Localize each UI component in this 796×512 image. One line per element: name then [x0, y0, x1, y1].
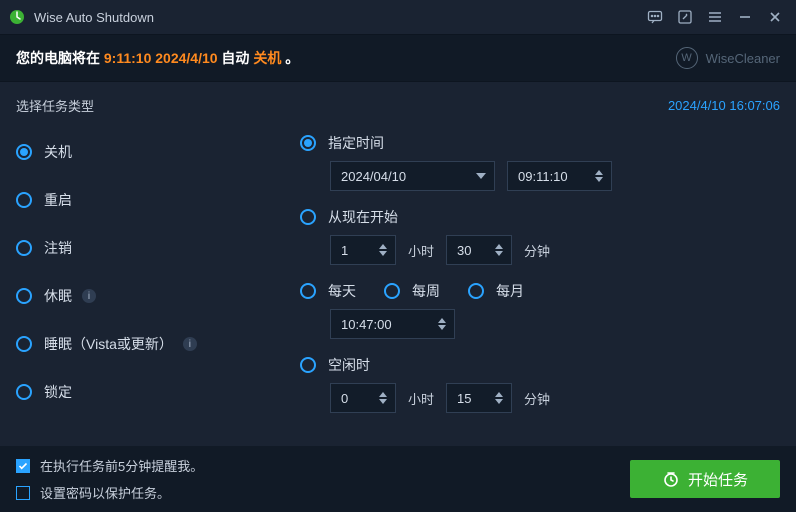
radio-indicator — [16, 288, 32, 304]
status-post: 。 — [281, 50, 299, 66]
unit-label: 小时 — [408, 241, 434, 260]
brand-link[interactable]: W WiseCleaner — [676, 47, 780, 69]
stepper-icon[interactable] — [491, 392, 507, 404]
brand-label: WiseCleaner — [706, 51, 780, 66]
radio-daily[interactable]: 每天 — [300, 281, 356, 301]
input-value: 15 — [457, 391, 491, 406]
status-time: 9:11:10 2024/4/10 — [104, 50, 218, 66]
radio-label: 关机 — [44, 142, 72, 162]
current-time: 2024/4/10 16:07:06 — [668, 98, 780, 113]
radio-indicator — [300, 209, 316, 225]
radio-lock[interactable]: 锁定 — [16, 373, 286, 411]
radio-label: 注销 — [44, 238, 72, 258]
checkbox-remind[interactable]: 在执行任务前5分钟提醒我。 — [16, 456, 203, 475]
radio-specified-time[interactable]: 指定时间 — [300, 133, 780, 153]
task-type-group: 关机 重启 注销 休眠 i 睡眠（Vista或更新） i 锁定 — [16, 125, 286, 443]
recurrence-time-input[interactable]: 10:47:00 — [330, 309, 455, 339]
stepper-icon[interactable] — [491, 244, 507, 256]
info-icon[interactable]: i — [82, 289, 96, 303]
info-icon[interactable]: i — [183, 337, 197, 351]
radio-indicator — [16, 336, 32, 352]
radio-sleep[interactable]: 睡眠（Vista或更新） i — [16, 325, 286, 363]
schedule-group: 指定时间 2024/04/10 09:11:10 从现在开始 1 小时 30 — [286, 125, 780, 443]
section-title: 选择任务类型 — [16, 96, 94, 115]
time-input[interactable]: 09:11:10 — [507, 161, 612, 191]
radio-indicator — [16, 144, 32, 160]
checkbox-indicator — [16, 486, 30, 500]
radio-restart[interactable]: 重启 — [16, 181, 286, 219]
idle-hours-input[interactable]: 0 — [330, 383, 396, 413]
radio-label: 每天 — [328, 281, 356, 301]
input-value: 30 — [457, 243, 491, 258]
status-mid: 自动 — [218, 50, 254, 66]
radio-indicator — [300, 283, 316, 299]
radio-indicator — [468, 283, 484, 299]
radio-label: 每周 — [412, 281, 440, 301]
radio-indicator — [300, 357, 316, 373]
radio-label: 睡眠（Vista或更新） — [44, 334, 173, 354]
radio-label: 每月 — [496, 281, 524, 301]
unit-label: 小时 — [408, 389, 434, 408]
radio-label: 指定时间 — [328, 133, 384, 153]
input-value: 0 — [341, 391, 375, 406]
feedback-icon[interactable] — [644, 6, 666, 28]
clock-icon — [662, 470, 680, 488]
status-pre: 您的电脑将在 — [16, 50, 104, 66]
edit-icon[interactable] — [674, 6, 696, 28]
radio-from-now[interactable]: 从现在开始 — [300, 207, 780, 227]
radio-logoff[interactable]: 注销 — [16, 229, 286, 267]
footer-bar: 在执行任务前5分钟提醒我。 设置密码以保护任务。 开始任务 — [0, 446, 796, 512]
time-value: 09:11:10 — [518, 169, 591, 184]
radio-hibernate[interactable]: 休眠 i — [16, 277, 286, 315]
radio-label: 休眠 — [44, 286, 72, 306]
date-value: 2024/04/10 — [341, 169, 472, 184]
radio-label: 锁定 — [44, 382, 72, 402]
stepper-icon[interactable] — [434, 318, 450, 330]
brand-icon: W — [676, 47, 698, 69]
stepper-icon[interactable] — [591, 170, 607, 182]
radio-indicator — [300, 135, 316, 151]
close-icon[interactable] — [764, 6, 786, 28]
from-now-minutes-input[interactable]: 30 — [446, 235, 512, 265]
radio-indicator — [384, 283, 400, 299]
stepper-icon[interactable] — [375, 392, 391, 404]
unit-label: 分钟 — [524, 389, 550, 408]
status-action: 关机 — [253, 50, 281, 66]
menu-icon[interactable] — [704, 6, 726, 28]
radio-indicator — [16, 240, 32, 256]
chevron-down-icon[interactable] — [472, 173, 490, 179]
radio-monthly[interactable]: 每月 — [468, 281, 524, 301]
radio-idle[interactable]: 空闲时 — [300, 355, 780, 375]
idle-minutes-input[interactable]: 15 — [446, 383, 512, 413]
titlebar: Wise Auto Shutdown — [0, 0, 796, 34]
from-now-hours-input[interactable]: 1 — [330, 235, 396, 265]
checkbox-indicator — [16, 459, 30, 473]
radio-indicator — [16, 384, 32, 400]
date-input[interactable]: 2024/04/10 — [330, 161, 495, 191]
app-icon — [8, 8, 26, 26]
radio-label: 从现在开始 — [328, 207, 398, 227]
status-banner: 您的电脑将在 9:11:10 2024/4/10 自动 关机 。 W WiseC… — [0, 34, 796, 82]
checkbox-label: 在执行任务前5分钟提醒我。 — [40, 456, 203, 475]
start-task-label: 开始任务 — [688, 469, 748, 490]
unit-label: 分钟 — [524, 241, 550, 260]
radio-label: 空闲时 — [328, 355, 370, 375]
app-title: Wise Auto Shutdown — [34, 10, 154, 25]
section-header: 选择任务类型 2024/4/10 16:07:06 — [0, 82, 796, 119]
start-task-button[interactable]: 开始任务 — [630, 460, 780, 498]
checkbox-label: 设置密码以保护任务。 — [40, 483, 170, 502]
input-value: 1 — [341, 243, 375, 258]
time-value: 10:47:00 — [341, 317, 434, 332]
checkbox-password[interactable]: 设置密码以保护任务。 — [16, 483, 203, 502]
minimize-icon[interactable] — [734, 6, 756, 28]
radio-label: 重启 — [44, 190, 72, 210]
radio-weekly[interactable]: 每周 — [384, 281, 440, 301]
stepper-icon[interactable] — [375, 244, 391, 256]
status-message: 您的电脑将在 9:11:10 2024/4/10 自动 关机 。 — [16, 48, 299, 68]
radio-indicator — [16, 192, 32, 208]
radio-shutdown[interactable]: 关机 — [16, 133, 286, 171]
